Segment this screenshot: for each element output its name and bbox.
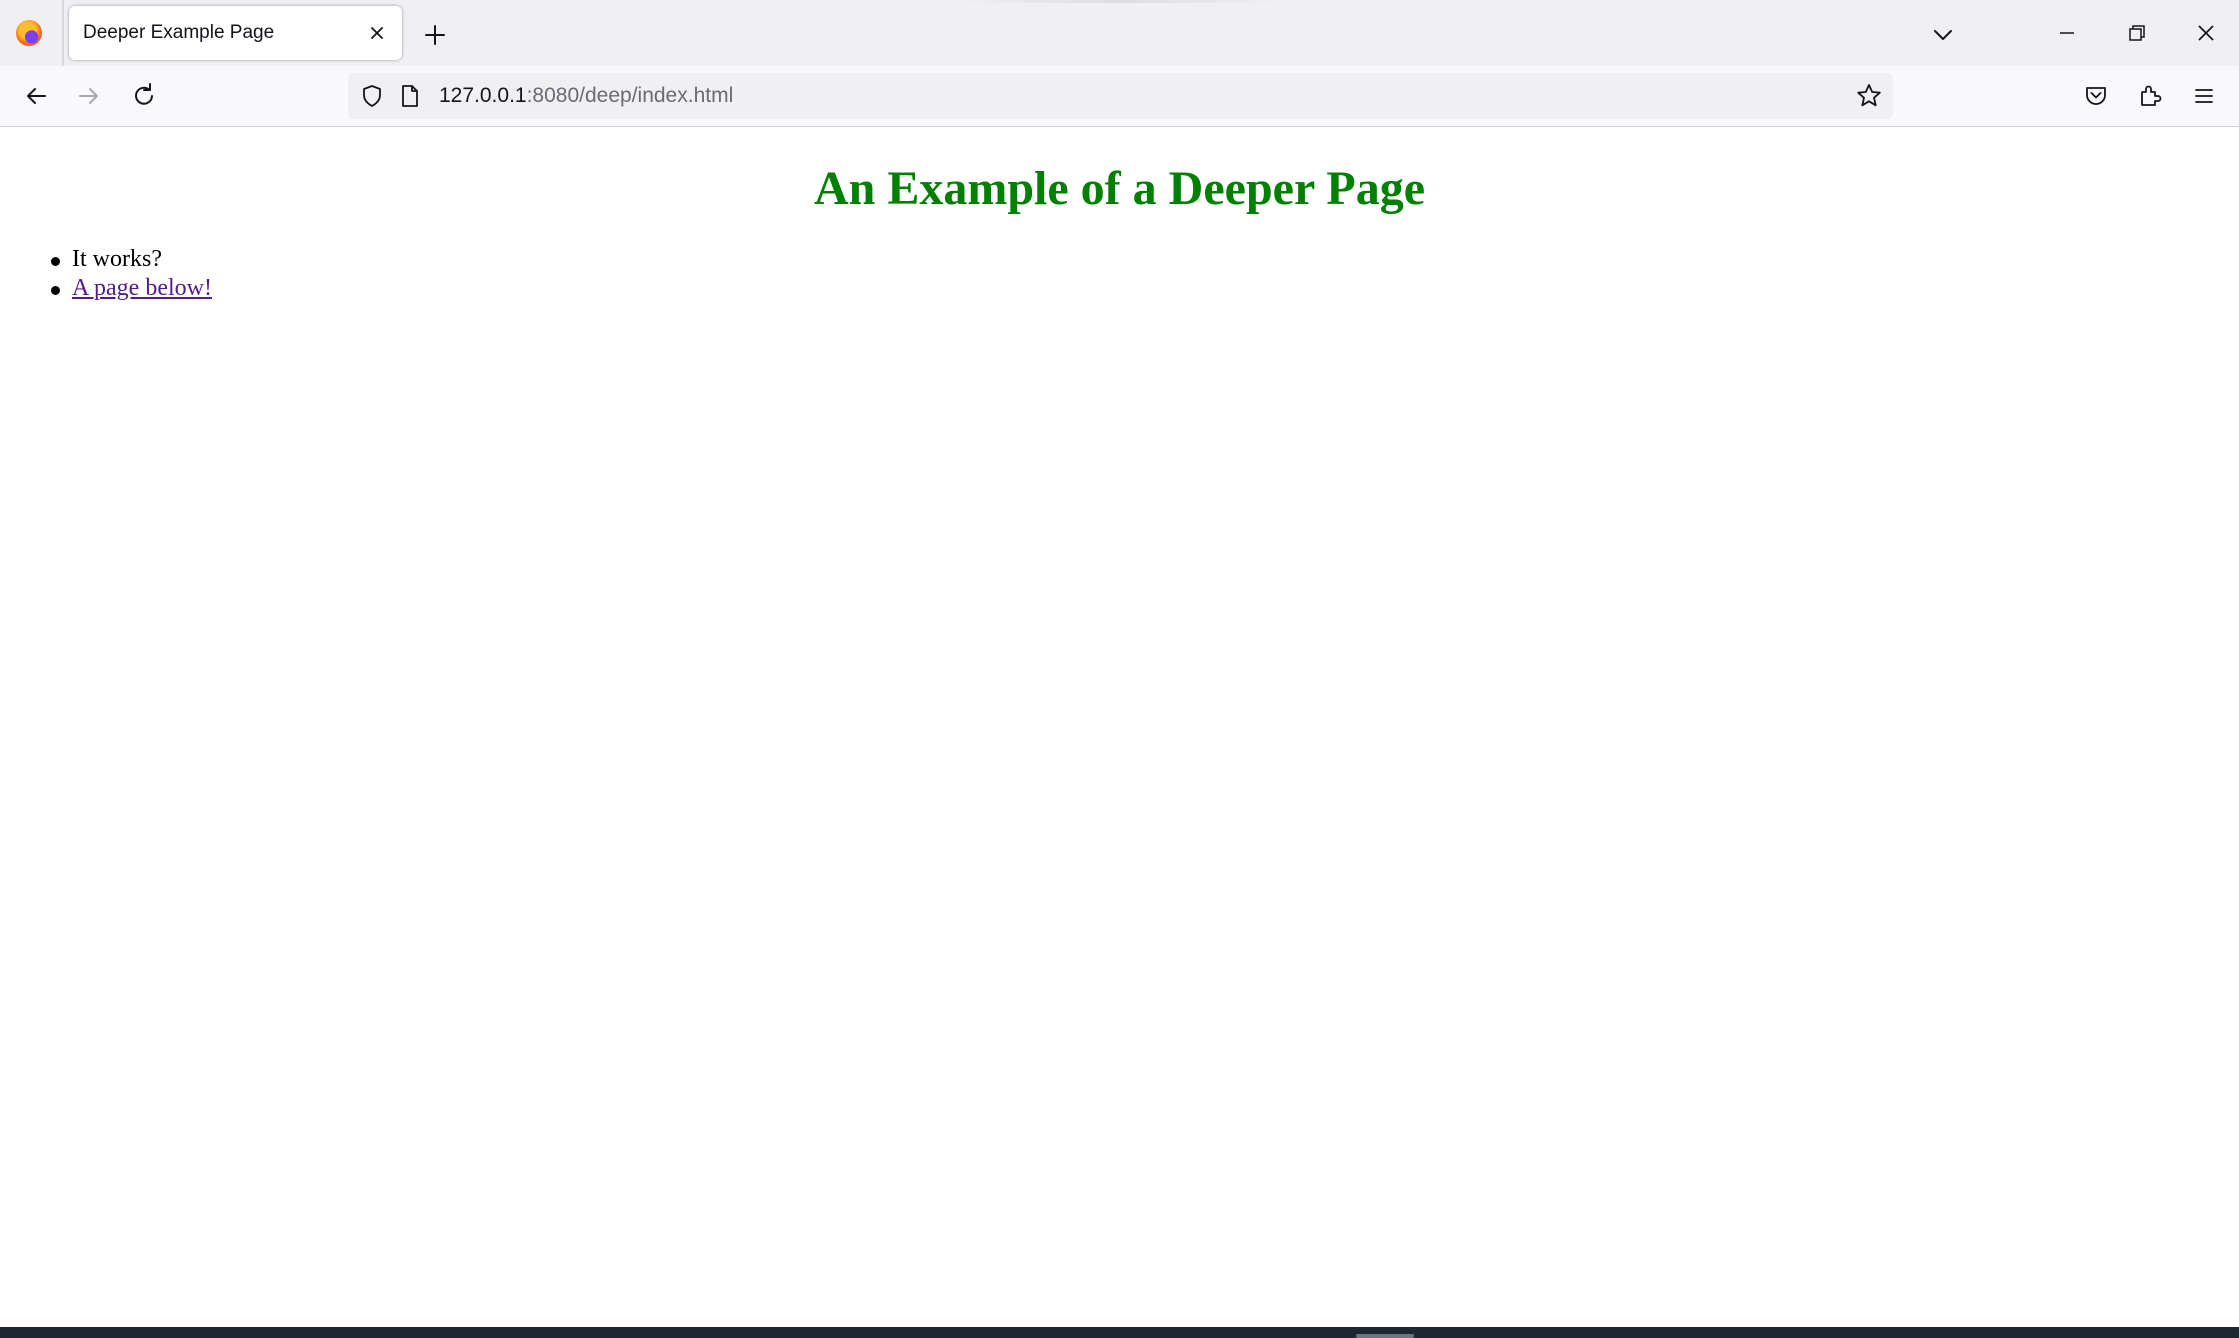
address-bar[interactable]: 127.0.0.1:8080/deep/index.html xyxy=(348,73,1893,119)
list-item: It works? xyxy=(51,245,212,274)
chevron-down-icon[interactable] xyxy=(1928,20,1958,50)
star-icon[interactable] xyxy=(1854,81,1884,111)
forward-arrow-icon[interactable] xyxy=(72,79,106,113)
list-item-text: It works? xyxy=(72,246,162,272)
reload-icon[interactable] xyxy=(127,79,161,113)
tab-strip: Deeper Example Page xyxy=(0,0,2239,66)
url-host: 127.0.0.1 xyxy=(439,84,527,107)
firefox-logo-icon[interactable] xyxy=(16,20,42,46)
navigation-toolbar: 127.0.0.1:8080/deep/index.html xyxy=(0,66,2239,127)
extensions-icon[interactable] xyxy=(2133,79,2167,113)
menu-icon[interactable] xyxy=(2187,79,2221,113)
page-below-link[interactable]: A page below! xyxy=(72,275,212,301)
tabstrip-highlight xyxy=(955,0,1285,3)
page-heading: An Example of a Deeper Page xyxy=(813,162,1425,215)
bullet-list: It works? A page below! xyxy=(51,245,212,303)
os-taskbar xyxy=(0,1327,2239,1338)
page-icon[interactable] xyxy=(398,82,422,110)
close-icon[interactable] xyxy=(363,19,391,47)
url-path: :8080/deep/index.html xyxy=(526,84,734,107)
restore-icon[interactable] xyxy=(2122,18,2152,48)
page-content: An Example of a Deeper Page It works? A … xyxy=(0,127,2239,1327)
window-close-icon[interactable] xyxy=(2191,18,2221,48)
pocket-icon[interactable] xyxy=(2079,79,2113,113)
plus-icon[interactable] xyxy=(420,20,450,50)
url-text[interactable]: 127.0.0.1:8080/deep/index.html xyxy=(439,84,733,108)
active-tab[interactable]: Deeper Example Page xyxy=(69,6,402,60)
tab-separator xyxy=(62,0,64,66)
taskbar-indicator xyxy=(1356,1334,1414,1338)
shield-icon[interactable] xyxy=(358,82,386,110)
back-arrow-icon[interactable] xyxy=(19,79,53,113)
list-item: A page below! xyxy=(51,274,212,303)
minimize-icon[interactable] xyxy=(2052,18,2082,48)
tab-title: Deeper Example Page xyxy=(83,22,275,43)
